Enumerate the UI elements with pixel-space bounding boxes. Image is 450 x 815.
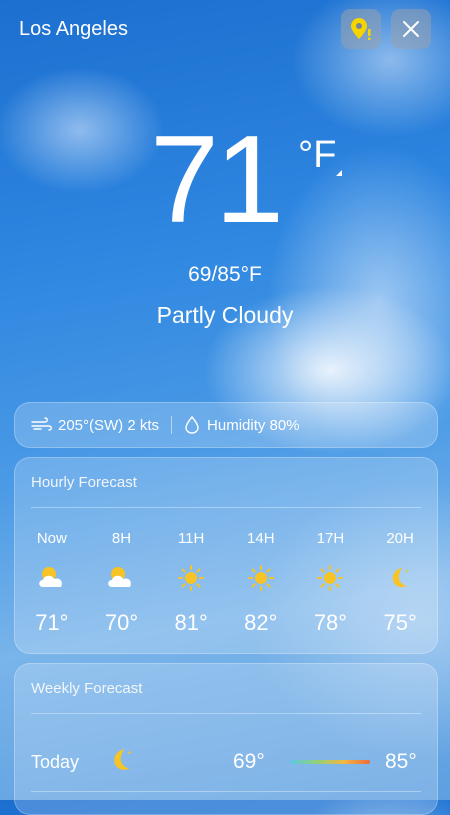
hour-temp: 81° (174, 610, 208, 635)
hour-item[interactable]: 11H 81° (158, 530, 224, 636)
day-low-temp: 69° (233, 750, 265, 773)
day-name: Today (31, 751, 80, 772)
sun-icon (228, 558, 294, 598)
city-name: Los Angeles (19, 18, 128, 40)
hour-label: 20H (386, 530, 414, 547)
hourly-forecast-title: Hourly Forecast (31, 474, 137, 491)
partly-cloudy-icon (19, 558, 85, 598)
hour-item[interactable]: 14H 82° (228, 530, 294, 636)
hour-temp: 70° (104, 610, 139, 635)
sun-icon (158, 558, 224, 598)
hour-item[interactable]: 17H 78° (297, 530, 363, 636)
day-row[interactable]: Today 69° 85° (15, 746, 437, 778)
sun-icon (297, 558, 363, 598)
divider (31, 713, 421, 714)
day-high-temp: 85° (385, 750, 417, 773)
humidity-text: Humidity 80% (207, 416, 300, 434)
hour-label: 17H (316, 530, 345, 547)
temperature-range-bar (290, 760, 370, 764)
hour-item[interactable]: Now 71° (19, 530, 85, 636)
weather-condition: Partly Cloudy (156, 302, 294, 328)
hour-temp: 82° (244, 610, 278, 635)
wind-icon (31, 417, 52, 431)
current-temperature: 71 (150, 111, 284, 249)
close-button[interactable] (391, 9, 431, 49)
hour-label: Now (36, 530, 67, 547)
hour-label: 14H (247, 530, 275, 547)
partly-cloudy-icon (88, 558, 154, 598)
wind-humidity-card: 205°(SW) 2 kts Humidity 80% (14, 402, 438, 448)
divider (31, 507, 421, 508)
location-button[interactable] (341, 9, 381, 49)
hour-temp: 75° (383, 610, 417, 635)
hour-label: 11H (177, 530, 205, 547)
hour-temp: 78° (313, 610, 348, 635)
humidity-drop-icon (185, 416, 199, 434)
hour-item[interactable]: 8H 70° (88, 530, 154, 636)
divider (171, 416, 173, 434)
weekly-forecast-title: Weekly Forecast (31, 680, 143, 697)
hour-temp: 71° (35, 610, 69, 635)
location-pin-icon (351, 18, 371, 40)
unit-caret-icon (336, 170, 342, 176)
hourly-list: Now 71° 8H 70° 11H 81° 14H 82° 17H 78° 2… (15, 530, 437, 636)
moon-icon (367, 558, 433, 598)
wind-text: 205°(SW) 2 kts (58, 416, 160, 434)
close-icon (403, 21, 419, 37)
hour-item[interactable]: 20H 75° (367, 530, 433, 636)
hour-label: 8H (111, 530, 132, 547)
temperature-unit[interactable]: °F (298, 134, 336, 177)
divider (31, 791, 421, 792)
hourly-forecast-card[interactable]: Hourly Forecast Now 71° 8H 70° 11H 81° 1… (14, 457, 438, 654)
temperature-range: 69/85°F (188, 263, 262, 286)
weekly-forecast-card[interactable]: Weekly Forecast Today 69° 85° (14, 663, 438, 815)
moon-icon (108, 746, 136, 779)
